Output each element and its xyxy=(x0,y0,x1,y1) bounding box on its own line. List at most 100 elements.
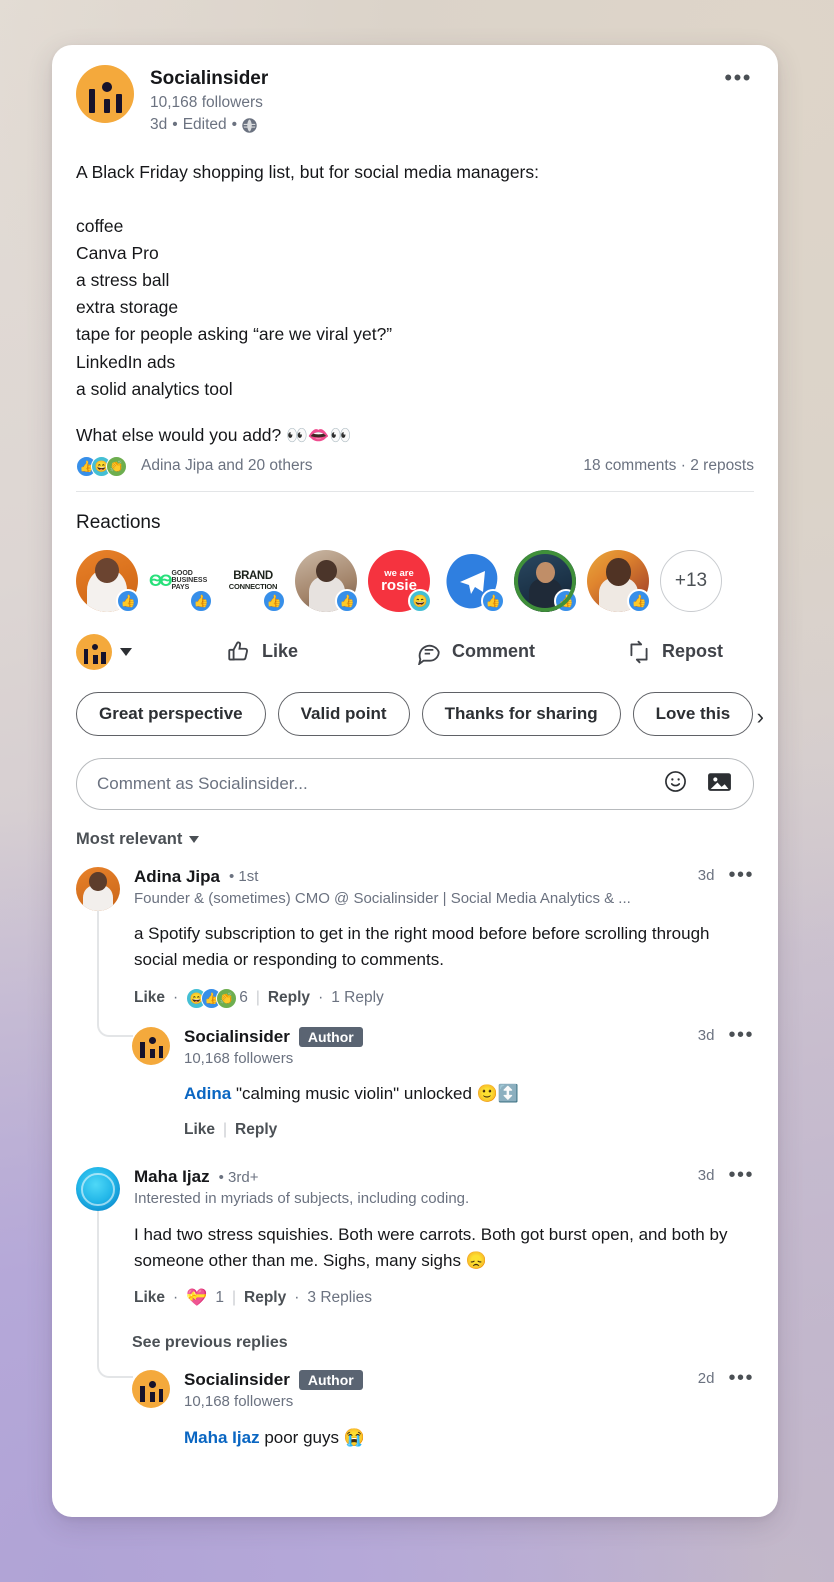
social-proof-right[interactable]: 18 comments · 2 reposts xyxy=(583,457,754,475)
comment-actions: Like · 💝 1 | Reply · 3 Replies xyxy=(134,1288,754,1308)
post-header: Socialinsider 10,168 followers 3d • Edit… xyxy=(52,45,778,137)
react-picker-button[interactable] xyxy=(76,633,226,670)
social-proof-row: 👍 😄 👏 Adina Jipa and 20 others 18 commen… xyxy=(52,446,778,477)
comments-sort-selector[interactable]: Most relevant xyxy=(52,810,778,849)
like-badge-icon: 👍 xyxy=(481,588,505,613)
like-badge-icon: 👍 xyxy=(116,588,140,613)
chevron-down-icon xyxy=(189,835,200,843)
post-question-text: What else would you add? 👀👄👀 xyxy=(76,424,352,445)
action-dot: · xyxy=(173,1289,179,1307)
author-badge: Author xyxy=(298,1026,363,1047)
reactions-overflow-count[interactable]: +13 xyxy=(660,549,722,612)
post-action-bar: Like Comment Repost xyxy=(52,612,778,670)
comment-like-button[interactable]: Like xyxy=(134,1289,165,1307)
avatar[interactable] xyxy=(76,866,120,911)
reaction-love-icon: 💝 xyxy=(186,1288,208,1309)
thread-elbow xyxy=(97,1312,133,1379)
reposts-count[interactable]: 2 reposts xyxy=(690,457,754,474)
comment-author-name[interactable]: Socialinsider xyxy=(184,1027,290,1047)
reaction-avatar-item[interactable]: 👍 xyxy=(295,549,359,613)
post-meta: 3d • Edited • xyxy=(150,114,268,136)
author-name[interactable]: Socialinsider xyxy=(150,67,268,91)
mention-link[interactable]: Adina xyxy=(184,1084,231,1103)
quick-reply-chips-container: Great perspective Valid point Thanks for… xyxy=(52,670,778,736)
comments-count[interactable]: 18 comments xyxy=(583,457,676,474)
like-badge-icon: 👍 xyxy=(189,588,213,613)
reaction-avatar-item[interactable]: 👍 xyxy=(76,549,140,613)
comment-more-options-icon[interactable]: ••• xyxy=(728,865,754,885)
comment-like-button[interactable]: Like xyxy=(134,989,165,1007)
post-body-text: A Black Friday shopping list, but for so… xyxy=(76,161,539,399)
author-badge: Author xyxy=(298,1370,363,1391)
comment-button-label: Comment xyxy=(452,641,536,662)
comment-more-options-icon[interactable]: ••• xyxy=(728,1165,754,1185)
comment-reply-item: Socialinsider Author 10,168 followers 3d… xyxy=(76,1006,754,1140)
comment-reply-count[interactable]: 1 Reply xyxy=(331,989,384,1007)
comment-time: 3d xyxy=(697,1167,715,1185)
chip-love-this[interactable]: Love this xyxy=(632,691,754,736)
count-separator: · xyxy=(680,457,686,475)
comment-reply-item: Socialinsider Author 10,168 followers 2d… xyxy=(76,1312,754,1451)
comment-author-degree: • 1st xyxy=(228,868,259,886)
comment-reaction-count[interactable]: 6 xyxy=(239,989,248,1007)
action-dot: · xyxy=(318,989,324,1007)
comment-text-rest: "calming music violin" unlocked 🙂↕️ xyxy=(231,1084,520,1103)
comment-more-options-icon[interactable]: ••• xyxy=(728,1025,754,1045)
quick-reply-chips: Great perspective Valid point Thanks for… xyxy=(76,691,754,736)
smiley-icon[interactable] xyxy=(663,769,688,799)
social-proof-left[interactable]: 👍 😄 👏 Adina Jipa and 20 others xyxy=(76,455,312,477)
like-button[interactable]: Like xyxy=(226,639,416,665)
post-edited: Edited xyxy=(182,116,227,134)
repost-button[interactable]: Repost xyxy=(626,639,723,665)
avatar[interactable] xyxy=(132,1370,170,1409)
linkedin-post-card: Socialinsider 10,168 followers 3d • Edit… xyxy=(52,45,778,1517)
comment-author-name[interactable]: Socialinsider xyxy=(184,1370,290,1390)
chevron-down-icon xyxy=(120,647,132,656)
comment-reaction-count[interactable]: 1 xyxy=(215,1289,224,1307)
author-avatar[interactable] xyxy=(76,65,134,123)
comment-author-name[interactable]: Adina Jipa xyxy=(134,867,220,887)
comment-input-placeholder[interactable]: Comment as Socialinsider... xyxy=(97,774,663,794)
comment-author-headline: Founder & (sometimes) CMO @ Socialinside… xyxy=(134,889,631,907)
reaction-avatar-item[interactable]: 👍 xyxy=(514,549,578,613)
comment-author-followers: 10,168 followers xyxy=(184,1393,294,1411)
thread-elbow xyxy=(97,1006,133,1037)
post-more-options-icon[interactable]: ••• xyxy=(724,67,752,89)
comment-reply-count[interactable]: 3 Replies xyxy=(307,1289,372,1307)
reaction-avatar-item[interactable]: ѲѲ GOOD BUSINESS PAYS 👍 xyxy=(149,549,213,613)
gbp-logo-text: GOOD BUSINESS PAYS xyxy=(171,569,208,592)
action-divider: | xyxy=(223,1121,228,1139)
reaction-avatar-item[interactable]: 👍 xyxy=(441,549,505,613)
reaction-avatar-item[interactable]: 👍 xyxy=(587,549,651,613)
comment-input-box[interactable]: Comment as Socialinsider... xyxy=(76,757,754,810)
chip-valid-point[interactable]: Valid point xyxy=(277,691,410,736)
author-followers: 10,168 followers xyxy=(150,93,263,111)
social-proof-names[interactable]: Adina Jipa and 20 others xyxy=(141,457,312,475)
comment-reply-button[interactable]: Reply xyxy=(268,989,310,1007)
comment-author-headline: Interested in myriads of subjects, inclu… xyxy=(134,1190,470,1208)
comment-time: 3d xyxy=(697,866,715,884)
comment-time: 3d xyxy=(697,1026,715,1044)
like-badge-icon: 👍 xyxy=(262,588,286,613)
chip-thanks-for-sharing[interactable]: Thanks for sharing xyxy=(421,691,621,736)
comment-more-options-icon[interactable]: ••• xyxy=(728,1368,754,1388)
reaction-avatar-item[interactable]: BRAND CONNECTION 👍 xyxy=(222,549,286,613)
see-previous-replies-button[interactable]: See previous replies xyxy=(76,1308,754,1352)
avatar[interactable] xyxy=(76,1167,120,1212)
chip-great-perspective[interactable]: Great perspective xyxy=(76,691,266,736)
comment-actions: Like · 😄 👍 👏 6 | Reply · 1 Reply xyxy=(134,987,754,1009)
comment-reply-button[interactable]: Reply xyxy=(235,1121,277,1139)
comment-reply-button[interactable]: Reply xyxy=(244,1289,286,1307)
reaction-clap-icon: 👏 xyxy=(106,455,127,477)
reaction-avatar-item[interactable]: we are rosie 😄 xyxy=(368,549,432,613)
comment-button[interactable]: Comment xyxy=(416,639,626,665)
image-icon[interactable] xyxy=(706,769,733,799)
comment-reaction-icons: 😄 👍 👏 xyxy=(186,987,238,1009)
speech-bubble-icon xyxy=(418,644,440,665)
chevron-right-icon[interactable]: › xyxy=(757,704,764,730)
comment-author-name[interactable]: Maha Ijaz xyxy=(134,1167,210,1187)
comment-text: a Spotify subscription to get in the rig… xyxy=(134,924,710,970)
avatar[interactable] xyxy=(132,1026,170,1065)
mention-link[interactable]: Maha Ijaz xyxy=(184,1428,260,1447)
comment-like-button[interactable]: Like xyxy=(184,1121,215,1139)
